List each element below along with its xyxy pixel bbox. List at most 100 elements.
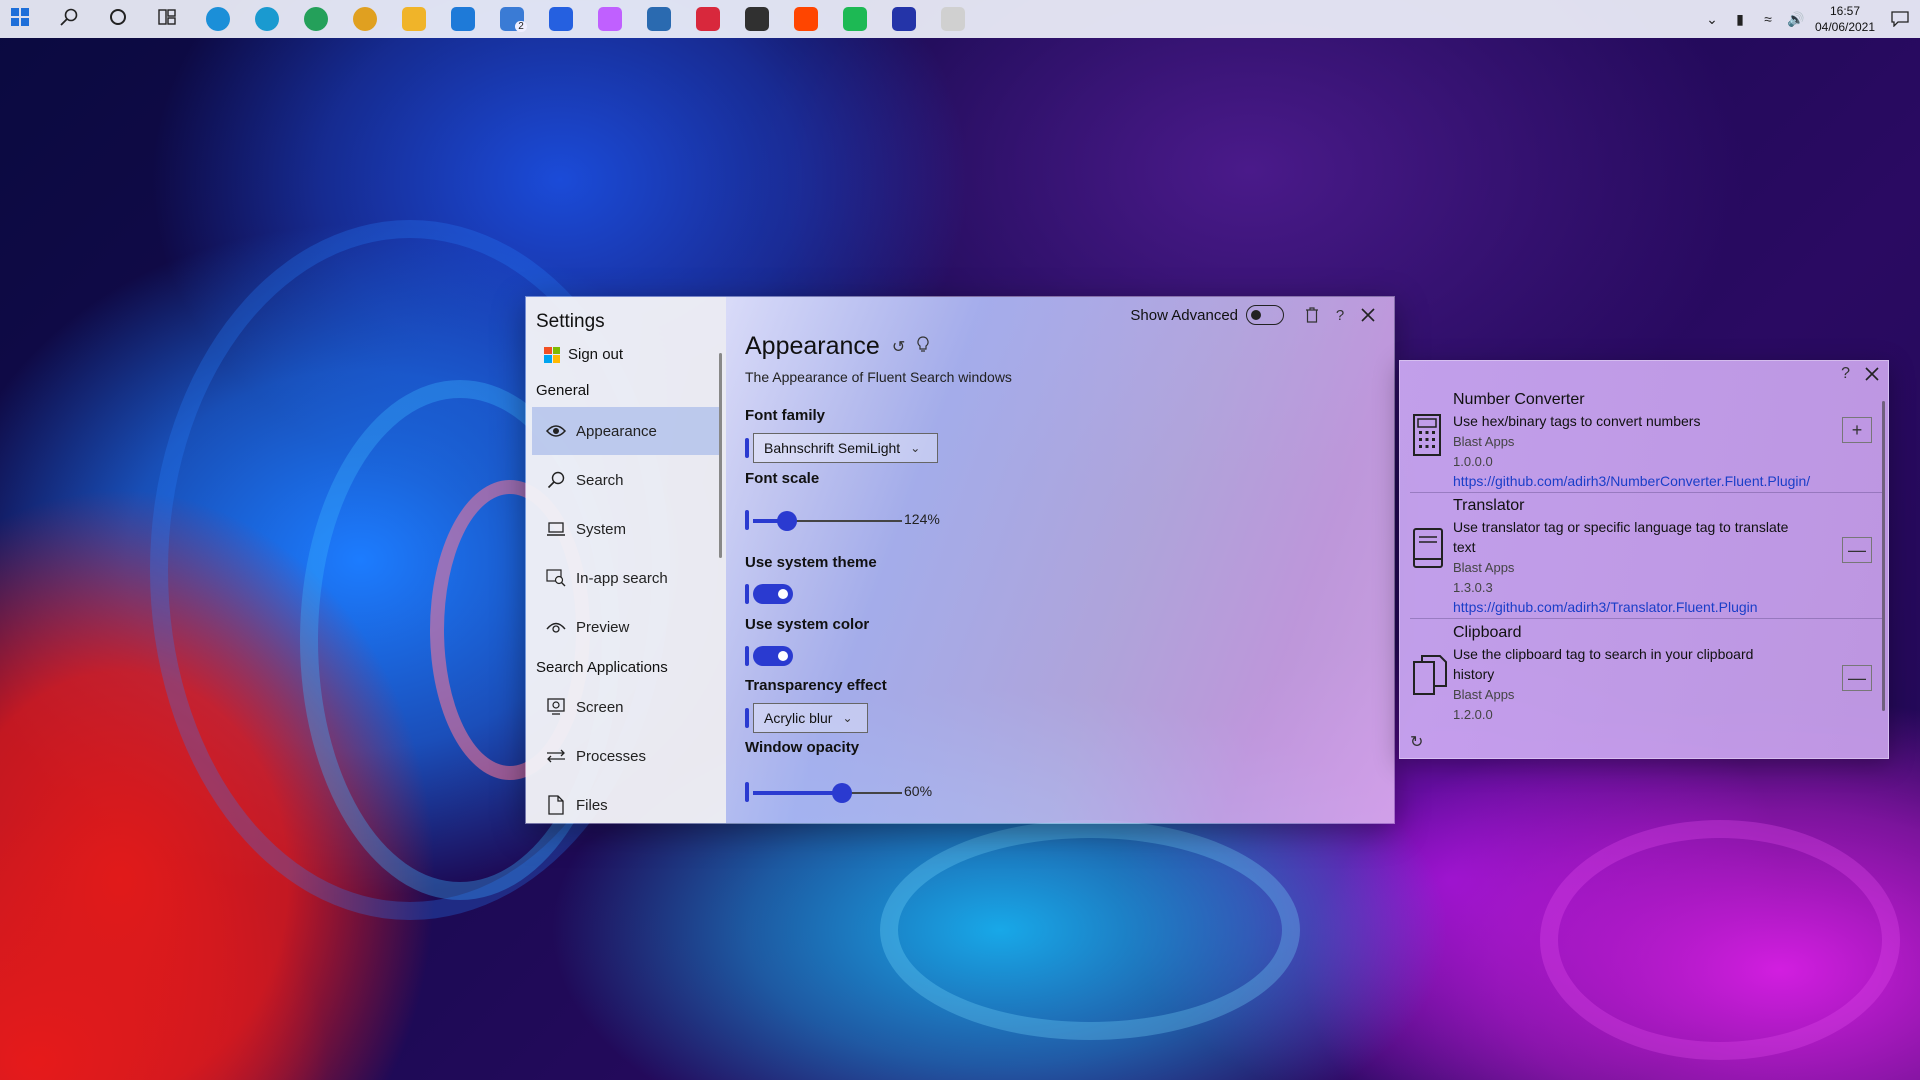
install-button[interactable]: +	[1842, 417, 1872, 443]
plugin-version: 1.3.0.3	[1453, 580, 1493, 595]
sidebar-item-in-app-search[interactable]: In-app search	[532, 554, 720, 602]
battery-icon[interactable]: ▮	[1726, 0, 1754, 38]
font-scale-slider[interactable]	[753, 511, 902, 531]
transparency-value: Acrylic blur	[764, 710, 833, 726]
processes-icon	[546, 746, 566, 766]
store-icon[interactable]	[737, 0, 777, 38]
photos-icon[interactable]	[639, 0, 679, 38]
chevron-up-icon[interactable]: ⌄	[1698, 0, 1726, 38]
generic-app-icon[interactable]	[884, 0, 924, 38]
close-icon[interactable]	[1864, 366, 1880, 387]
store-icon-glyph	[745, 7, 769, 31]
system-color-toggle[interactable]	[753, 646, 793, 666]
calculator-icon	[1412, 413, 1448, 457]
lightbulb-icon[interactable]	[917, 335, 929, 358]
wallpaper-swirl	[880, 820, 1300, 1040]
opacity-thumb[interactable]	[832, 783, 852, 803]
sign-out-label: Sign out	[568, 346, 624, 363]
file-explorer-icon[interactable]	[394, 0, 434, 38]
divider	[1410, 492, 1882, 493]
plugin-number-converter[interactable]: Number Converter Use hex/binary tags to …	[1400, 391, 1882, 491]
edge-dev-icon-glyph	[304, 7, 328, 31]
edge-beta-icon-glyph	[255, 7, 279, 31]
settings-sidebar: Settings Sign out General Appearance Sea…	[526, 297, 726, 823]
font-family-dropdown[interactable]: Bahnschrift SemiLight ⌄	[753, 433, 938, 463]
cortana-icon[interactable]	[100, 0, 140, 38]
close-icon[interactable]	[1354, 303, 1382, 327]
task-view-icon-glyph	[157, 7, 181, 31]
plugin-name: Number Converter	[1453, 391, 1585, 408]
plugin-version: 1.2.0.0	[1453, 707, 1493, 722]
sidebar-item-processes[interactable]: Processes	[532, 732, 720, 780]
send-icon[interactable]	[933, 0, 973, 38]
trash-icon[interactable]	[1298, 303, 1326, 327]
page-title: Appearance ↺	[745, 332, 929, 361]
sidebar-item-files[interactable]: Files	[532, 781, 720, 823]
book-icon	[1412, 527, 1448, 571]
fluent-icon[interactable]	[590, 0, 630, 38]
reset-icon[interactable]: ↺	[892, 337, 905, 357]
help-icon[interactable]: ?	[1326, 303, 1354, 327]
eye-icon	[546, 421, 566, 441]
show-advanced-toggle[interactable]	[1246, 305, 1284, 325]
plugins-scrollbar[interactable]	[1882, 401, 1885, 711]
system-theme-accent	[745, 584, 749, 604]
wifi-icon[interactable]: ≈	[1754, 0, 1782, 38]
todo-icon[interactable]	[541, 0, 581, 38]
plugin-author: Blast Apps	[1453, 687, 1515, 702]
notepad-icon[interactable]: 2	[492, 0, 532, 38]
sign-out-button[interactable]: Sign out	[544, 346, 623, 363]
file-explorer-icon-glyph	[402, 7, 426, 31]
help-icon[interactable]: ?	[1841, 365, 1850, 383]
font-scale-accent	[745, 510, 749, 530]
clock[interactable]: 16:57 04/06/2021	[1810, 3, 1880, 35]
system-tray: ⌄ ▮ ≈ 🔊 16:57 04/06/2021	[1698, 0, 1920, 38]
plugin-link[interactable]: https://github.com/adirh3/Translator.Flu…	[1453, 599, 1758, 615]
sidebar-item-appearance[interactable]: Appearance	[532, 407, 720, 455]
volume-icon[interactable]: 🔊	[1782, 0, 1810, 38]
sidebar-item-search[interactable]: Search	[532, 456, 720, 504]
uninstall-button[interactable]: —	[1842, 665, 1872, 691]
plugin-name: Clipboard	[1453, 624, 1522, 641]
notification-icon[interactable]	[1880, 0, 1920, 38]
system-color-label: Use system color	[745, 616, 870, 633]
plugin-clipboard[interactable]: Clipboard Use the clipboard tag to searc…	[1400, 624, 1882, 724]
mail-icon-glyph	[451, 7, 475, 31]
clock-time: 16:57	[1829, 4, 1861, 18]
edge-icon[interactable]	[198, 0, 238, 38]
plugin-description: Use hex/binary tags to convert numbers	[1453, 413, 1701, 429]
plugin-translator[interactable]: Translator Use translator tag or specifi…	[1400, 497, 1882, 617]
edge-dev-icon[interactable]	[296, 0, 336, 38]
system-theme-toggle[interactable]	[753, 584, 793, 604]
opacity-value: 60%	[904, 783, 933, 799]
edge-beta-icon[interactable]	[247, 0, 287, 38]
plugin-link[interactable]: https://github.com/adirh3/NumberConverte…	[1453, 473, 1810, 489]
refresh-icon[interactable]: ↻	[1410, 732, 1423, 752]
section-search-applications: Search Applications	[536, 659, 668, 676]
sidebar-item-label: Processes	[576, 747, 647, 765]
sidebar-scrollbar[interactable]	[719, 353, 722, 558]
reddit-icon[interactable]	[786, 0, 826, 38]
task-view-icon[interactable]	[149, 0, 189, 38]
plugin-name: Translator	[1453, 497, 1525, 514]
settings-window: Settings Sign out General Appearance Sea…	[525, 296, 1395, 824]
font-scale-thumb[interactable]	[777, 511, 797, 531]
font-family-label: Font family	[745, 407, 826, 424]
search-icon[interactable]	[51, 0, 91, 38]
uninstall-button[interactable]: —	[1842, 537, 1872, 563]
system-color-accent	[745, 646, 749, 666]
windows-start-icon[interactable]	[2, 0, 42, 38]
window-search-icon	[546, 568, 566, 588]
sidebar-item-system[interactable]: System	[532, 505, 720, 553]
opacity-slider[interactable]	[753, 783, 902, 803]
spotify-icon[interactable]	[835, 0, 875, 38]
sidebar-item-screen[interactable]: Screen	[532, 683, 720, 731]
section-general: General	[536, 382, 590, 399]
sidebar-item-label: Appearance	[576, 422, 657, 440]
media-icon[interactable]	[688, 0, 728, 38]
edge-canary-icon[interactable]	[345, 0, 385, 38]
mail-icon[interactable]	[443, 0, 483, 38]
sidebar-item-preview[interactable]: Preview	[532, 603, 720, 651]
show-advanced-label: Show Advanced	[1130, 306, 1238, 324]
transparency-dropdown[interactable]: Acrylic blur ⌄	[753, 703, 868, 733]
